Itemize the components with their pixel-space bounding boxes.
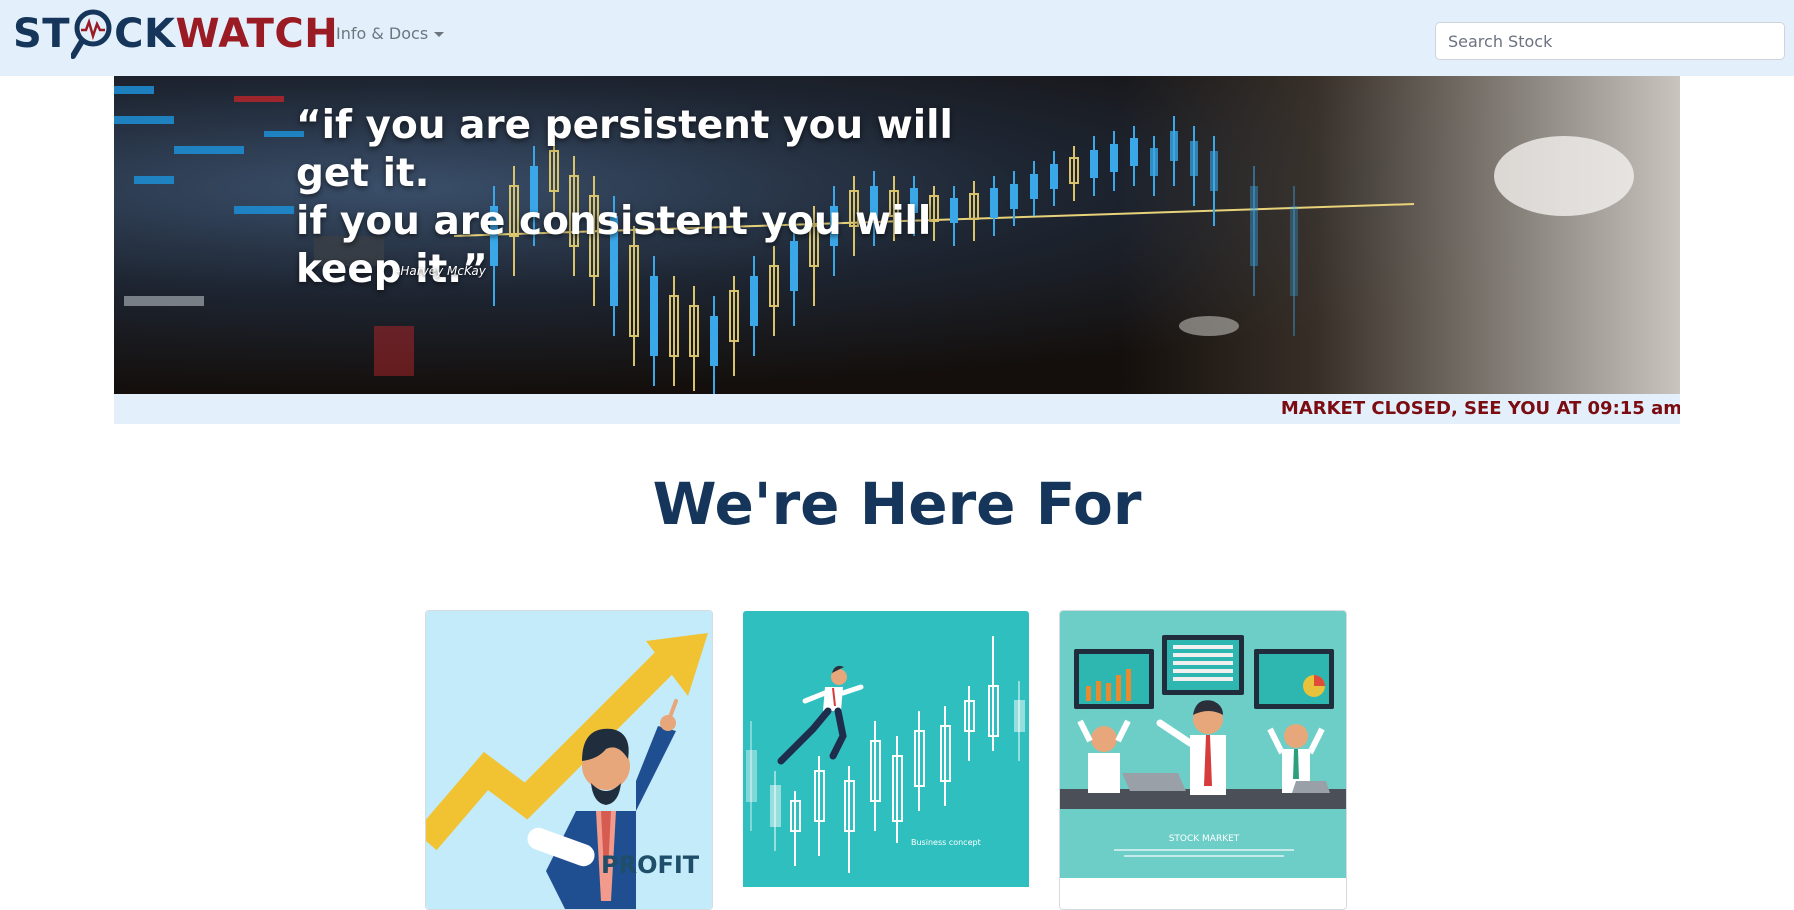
magnifier-chart-icon [71,4,113,64]
info-docs-dropdown[interactable]: Info & Docs [336,24,445,43]
business-concept-illustration: Business concept [743,611,1029,909]
market-status-ticker: MARKET CLOSED, SEE YOU AT 09:15 am [114,394,1680,424]
stock-market-illustration: STOCK MARKET [1060,611,1346,878]
brand-text-ck: CK [114,11,176,57]
hero-banner: “if you are persistent you will get it. … [114,76,1680,394]
business-concept-caption: Business concept [911,838,981,847]
profit-illustration: PROFIT [426,611,712,909]
info-docs-label: Info & Docs [336,24,429,43]
brand-text-watch: WATCH [175,11,339,57]
section-title: We're Here For [652,470,1142,538]
caret-down-icon [434,32,445,37]
card-stock-market[interactable]: STOCK MARKET [1059,610,1347,910]
hero-quote-author: -Harvey McKay [396,264,486,278]
stock-market-caption: STOCK MARKET [1169,834,1240,844]
search-stock-input[interactable] [1435,22,1785,60]
card-business-concept[interactable]: Business concept [742,610,1030,910]
card-profit[interactable]: PROFIT [425,610,713,910]
brand-text-st: ST [13,11,71,57]
navbar: ST CK WATCH Info & Docs [0,0,1794,76]
profit-caption: PROFIT [601,851,700,879]
brand-logo[interactable]: ST CK WATCH [13,4,338,64]
market-status-text: MARKET CLOSED, SEE YOU AT 09:15 am [1280,398,1680,419]
